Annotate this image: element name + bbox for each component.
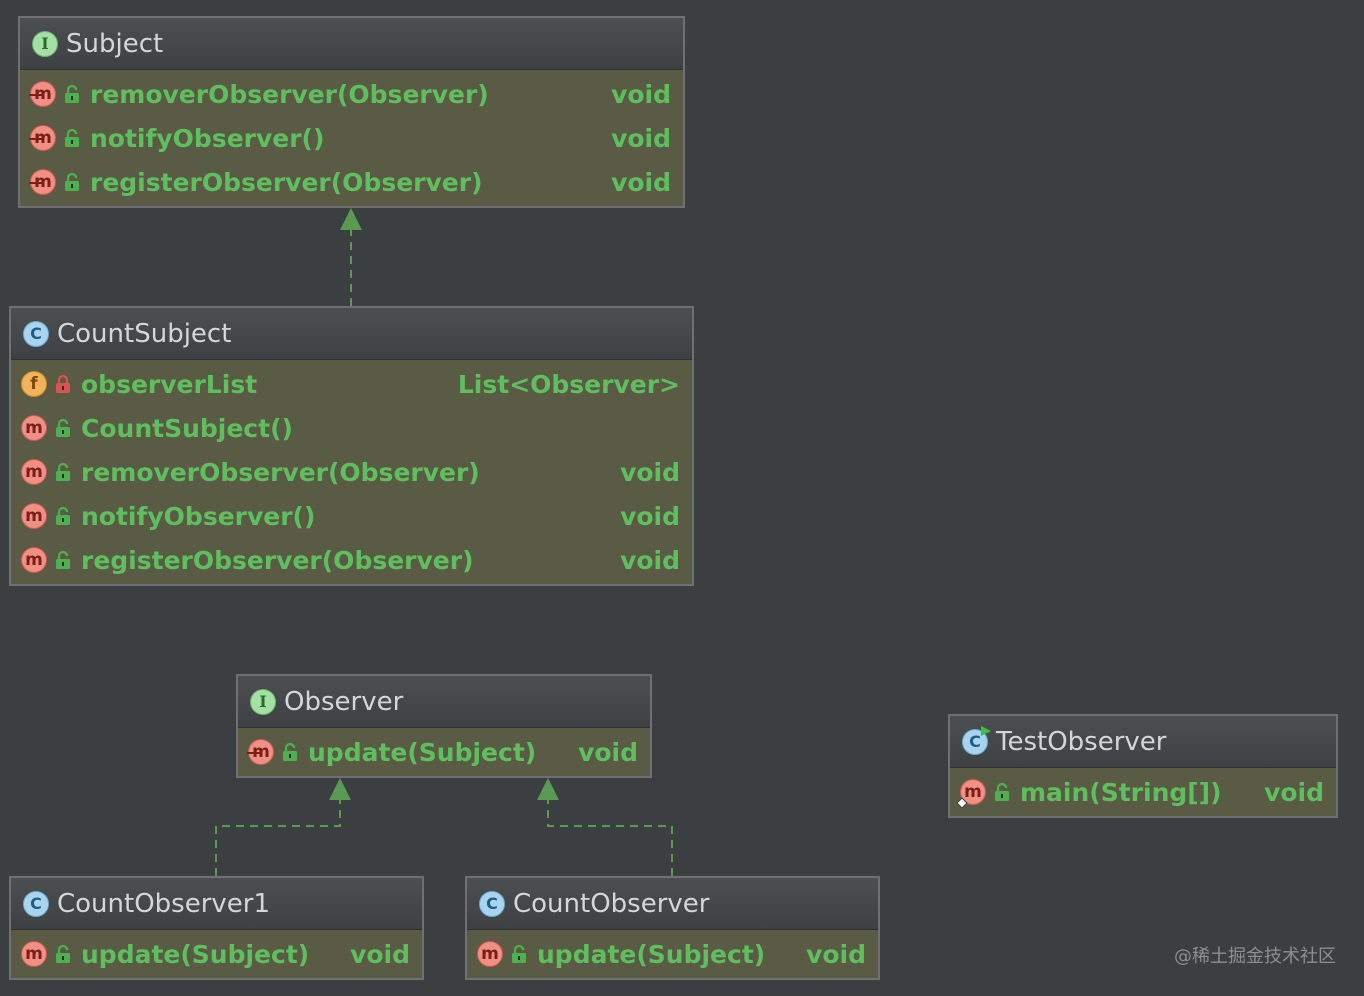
member-name: removerObserver(Observer)	[90, 79, 489, 109]
node-title: Subject	[66, 28, 164, 59]
method-abstract-icon: m	[247, 739, 274, 765]
member-type: void	[611, 79, 671, 109]
method-row[interactable]: m notifyObserver() void	[11, 494, 692, 538]
class-icon: C	[23, 320, 49, 347]
method-row[interactable]: m removerObserver(Observer) void	[20, 72, 683, 116]
method-abstract-icon: m	[29, 125, 56, 151]
member-type: void	[806, 939, 866, 969]
member-type: void	[611, 123, 671, 153]
member-list: m main(String[]) void	[950, 768, 1336, 814]
public-lock-icon	[56, 172, 90, 192]
interface-icon: I	[250, 688, 276, 715]
method-row[interactable]: m registerObserver(Observer) void	[20, 160, 683, 204]
node-header[interactable]: C CountObserver1	[11, 878, 422, 930]
implements-edge[interactable]	[547, 800, 673, 876]
public-lock-icon	[56, 128, 90, 148]
member-type: void	[620, 457, 680, 487]
member-list: m update(Subject) void	[238, 728, 650, 774]
interface-icon: I	[32, 30, 58, 57]
member-list: m update(Subject) void	[11, 930, 422, 976]
node-header[interactable]: C TestObserver	[950, 716, 1336, 768]
method-abstract-icon: m	[29, 81, 56, 107]
member-list: m removerObserver(Observer) void m notifyO…	[20, 70, 683, 204]
uml-node-test-observer[interactable]: C TestObserver m main(String[]) void	[948, 714, 1338, 818]
method-row[interactable]: m update(Subject) void	[467, 932, 878, 976]
public-lock-icon	[47, 418, 81, 438]
member-name: notifyObserver()	[81, 501, 316, 531]
node-header[interactable]: C CountSubject	[11, 308, 692, 360]
method-icon: m	[21, 547, 47, 573]
node-title: CountSubject	[57, 318, 232, 349]
public-lock-icon	[503, 944, 537, 964]
member-type: void	[1264, 777, 1324, 807]
field-icon: f	[21, 371, 47, 397]
member-list: m update(Subject) void	[467, 930, 878, 976]
method-row[interactable]: m CountSubject()	[11, 406, 692, 450]
public-lock-icon	[47, 506, 81, 526]
member-name: observerList	[81, 369, 258, 399]
node-header[interactable]: I Subject	[20, 18, 683, 70]
uml-node-count-observer1[interactable]: C CountObserver1 m update(Subject) void	[9, 876, 424, 980]
method-row[interactable]: m update(Subject) void	[11, 932, 422, 976]
method-row[interactable]: m notifyObserver() void	[20, 116, 683, 160]
public-lock-icon	[47, 550, 81, 570]
public-lock-icon	[986, 782, 1020, 802]
member-type: void	[611, 167, 671, 197]
method-row[interactable]: m main(String[]) void	[950, 770, 1336, 814]
implements-edge[interactable]	[215, 800, 341, 876]
field-row[interactable]: f observerList List<Observer>	[11, 362, 692, 406]
class-icon: C	[479, 890, 505, 917]
method-abstract-icon: m	[29, 169, 56, 195]
member-type: void	[620, 501, 680, 531]
watermark: @稀土掘金技术社区	[1174, 946, 1336, 967]
uml-diagram-canvas: I Subject m removerObserver(Observer) void m…	[0, 0, 1364, 996]
member-name: update(Subject)	[537, 939, 766, 969]
member-name: notifyObserver()	[90, 123, 325, 153]
public-lock-icon	[56, 84, 90, 104]
uml-node-count-observer[interactable]: C CountObserver m update(Subject) void	[465, 876, 880, 980]
uml-node-observer[interactable]: I Observer m update(Subject) void	[236, 674, 652, 778]
uml-node-count-subject[interactable]: C CountSubject f observerList List<Observer…	[9, 306, 694, 586]
node-header[interactable]: C CountObserver	[467, 878, 878, 930]
method-row[interactable]: m removerObserver(Observer) void	[11, 450, 692, 494]
uml-node-subject[interactable]: I Subject m removerObserver(Observer) void m…	[18, 16, 685, 208]
member-name: main(String[])	[1020, 777, 1222, 807]
member-name: update(Subject)	[308, 737, 537, 767]
method-row[interactable]: m registerObserver(Observer) void	[11, 538, 692, 582]
node-title: Observer	[284, 686, 404, 717]
member-type: void	[620, 545, 680, 575]
inheritance-arrowhead	[340, 208, 362, 230]
method-icon: m	[21, 459, 47, 485]
member-type: List<Observer>	[457, 369, 680, 399]
node-header[interactable]: I Observer	[238, 676, 650, 728]
method-icon: m	[477, 941, 503, 967]
member-name: removerObserver(Observer)	[81, 457, 480, 487]
node-title: CountObserver1	[57, 888, 271, 919]
member-name: CountSubject()	[81, 413, 293, 443]
member-name: update(Subject)	[81, 939, 310, 969]
method-icon: m	[21, 941, 47, 967]
runnable-class-icon: C	[962, 725, 991, 755]
member-type: void	[578, 737, 638, 767]
node-title: TestObserver	[996, 726, 1167, 757]
public-lock-icon	[47, 462, 81, 482]
member-name: registerObserver(Observer)	[90, 167, 483, 197]
class-icon: C	[23, 890, 49, 917]
method-row[interactable]: m update(Subject) void	[238, 730, 650, 774]
method-icon: m	[21, 415, 47, 441]
public-lock-icon	[47, 944, 81, 964]
member-name: registerObserver(Observer)	[81, 545, 474, 575]
inheritance-arrowhead	[537, 778, 559, 800]
node-title: CountObserver	[513, 888, 710, 919]
inheritance-arrowhead	[329, 778, 351, 800]
public-lock-icon	[274, 742, 308, 762]
member-type: void	[350, 939, 410, 969]
method-static-icon: m	[960, 779, 986, 805]
private-lock-icon	[47, 374, 81, 394]
member-list: f observerList List<Observer> m CountSubje…	[11, 360, 692, 582]
method-icon: m	[21, 503, 47, 529]
